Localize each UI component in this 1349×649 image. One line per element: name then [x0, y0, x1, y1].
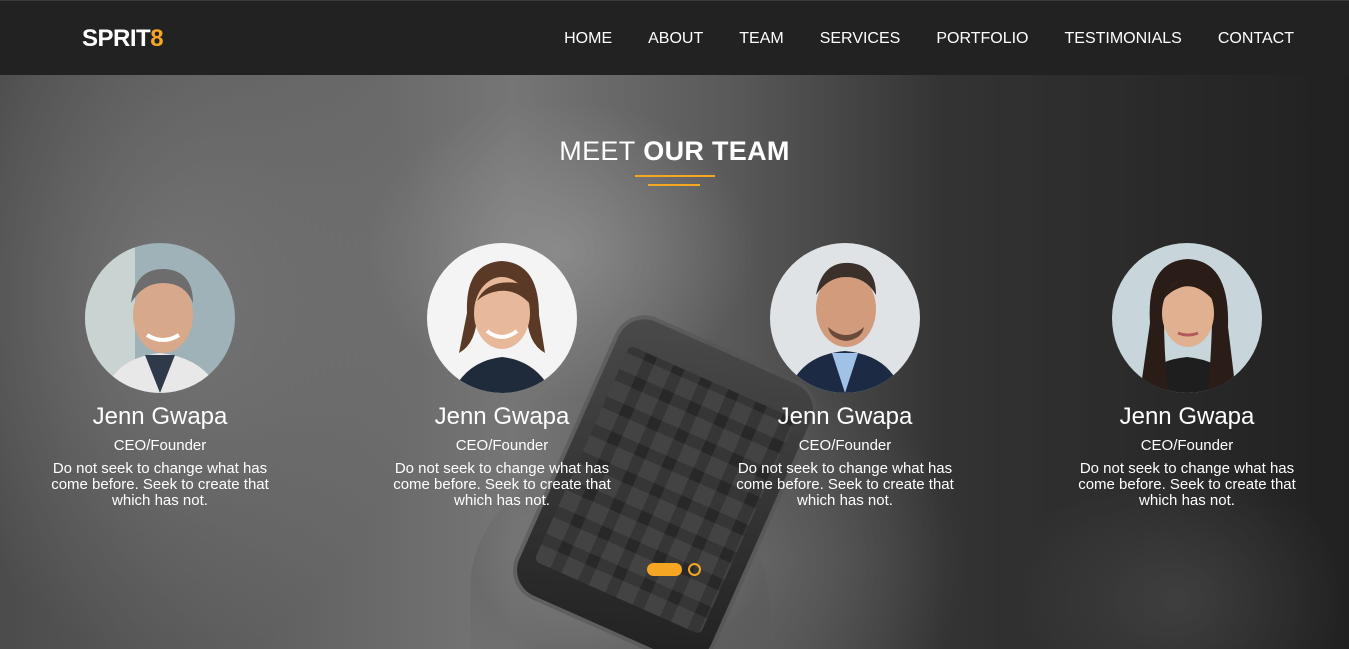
- member-quote: Do not seek to change what has come befo…: [393, 460, 611, 509]
- member-role: CEO/Founder: [798, 437, 892, 454]
- main-nav: HOME ABOUT TEAM SERVICES PORTFOLIO TESTI…: [528, 30, 1294, 48]
- member-name: Jenn Gwapa: [1119, 403, 1255, 430]
- woman-dark-hair-avatar: [1112, 243, 1262, 393]
- nav-testimonials[interactable]: TESTIMONIALS: [1065, 30, 1182, 48]
- brand-accent: 8: [150, 25, 164, 52]
- member-name: Jenn Gwapa: [92, 403, 228, 430]
- nav-contact[interactable]: CONTACT: [1218, 30, 1294, 48]
- navbar: SPRIT8 HOME ABOUT TEAM SERVICES PORTFOLI…: [0, 0, 1349, 75]
- team-member-card: Jenn Gwapa CEO/Founder Do not seek to ch…: [720, 243, 970, 509]
- brand-logo[interactable]: SPRIT8: [82, 25, 164, 53]
- carousel-dot[interactable]: [688, 563, 701, 576]
- team-member-card: Jenn Gwapa CEO/Founder Do not seek to ch…: [377, 243, 627, 509]
- member-role: CEO/Founder: [1140, 437, 1234, 454]
- title-underline-short: [648, 184, 700, 186]
- section-title: MEET OUR TEAM: [0, 136, 1349, 167]
- man-suit-avatar: [770, 243, 920, 393]
- team-member-card: Jenn Gwapa CEO/Founder Do not seek to ch…: [1062, 243, 1312, 509]
- title-underline: [635, 175, 715, 177]
- team-member-card: Jenn Gwapa CEO/Founder Do not seek to ch…: [35, 243, 285, 509]
- member-name: Jenn Gwapa: [777, 403, 913, 430]
- nav-services[interactable]: SERVICES: [820, 30, 901, 48]
- carousel-dot-active[interactable]: [647, 563, 682, 576]
- member-quote: Do not seek to change what has come befo…: [736, 460, 954, 509]
- member-role: CEO/Founder: [113, 437, 207, 454]
- nav-home[interactable]: HOME: [564, 30, 612, 48]
- nav-portfolio[interactable]: PORTFOLIO: [936, 30, 1028, 48]
- carousel-pagination: [647, 563, 701, 576]
- section-title-light: MEET: [559, 136, 636, 166]
- member-name: Jenn Gwapa: [434, 403, 570, 430]
- man-smiling-avatar: [85, 243, 235, 393]
- nav-about[interactable]: ABOUT: [648, 30, 703, 48]
- member-quote: Do not seek to change what has come befo…: [1078, 460, 1296, 509]
- nav-team[interactable]: TEAM: [739, 30, 783, 48]
- section-title-bold: OUR TEAM: [643, 136, 790, 166]
- brand-name: SPRIT: [82, 25, 151, 52]
- member-quote: Do not seek to change what has come befo…: [51, 460, 269, 509]
- woman-smiling-avatar: [427, 243, 577, 393]
- member-role: CEO/Founder: [455, 437, 549, 454]
